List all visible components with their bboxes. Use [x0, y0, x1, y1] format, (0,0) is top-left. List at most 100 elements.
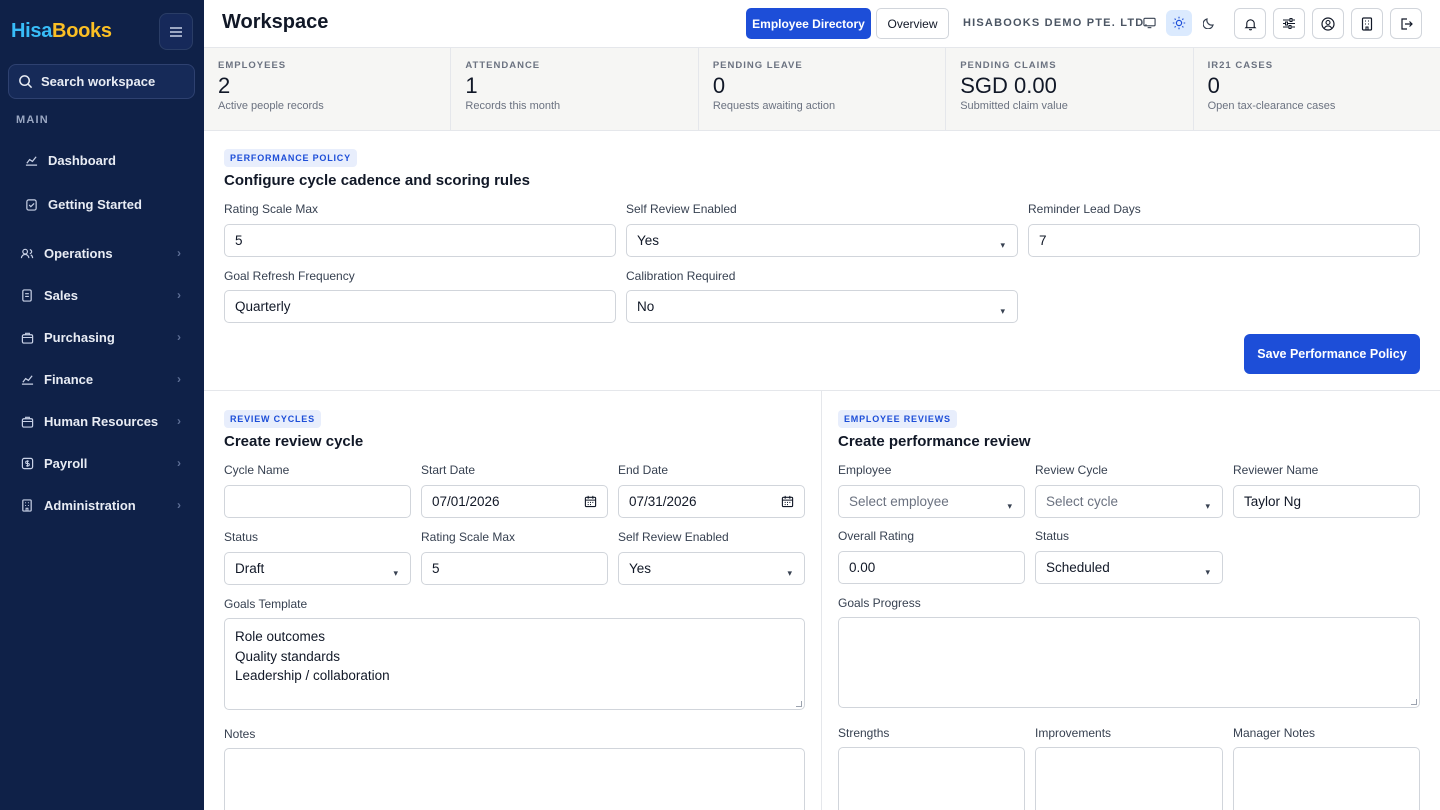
- chevron-down-icon: ▾: [787, 568, 792, 578]
- sidebar-item-finance[interactable]: Finance ›: [0, 364, 204, 394]
- field-value: 5: [235, 233, 243, 248]
- stat-employees: EMPLOYEES 2 Active people records: [204, 48, 452, 130]
- dollar-icon: [20, 456, 34, 470]
- sidebar-item-payroll[interactable]: Payroll ›: [0, 448, 204, 478]
- employee-select[interactable]: Select employee ▾: [838, 485, 1025, 518]
- cycle-status-select[interactable]: Draft ▾: [224, 552, 411, 585]
- menu-toggle-button[interactable]: [159, 13, 193, 50]
- calendar-icon[interactable]: [781, 495, 794, 511]
- sidebar-item-operations[interactable]: Operations ›: [0, 238, 204, 268]
- section-divider: [204, 390, 1440, 391]
- moon-icon: [1203, 18, 1214, 29]
- cycle-name-label: Cycle Name: [224, 463, 290, 477]
- start-date-input[interactable]: 07/01/2026: [421, 485, 608, 518]
- sidebar: HisaBooks Search workspace MAIN Dashboar…: [0, 0, 204, 810]
- chevron-right-icon: ›: [177, 414, 181, 428]
- policy-goal-refresh-input[interactable]: Quarterly: [224, 290, 616, 323]
- company-button[interactable]: [1351, 8, 1383, 39]
- cycle-rating-scale-input[interactable]: 5: [421, 552, 608, 585]
- chevron-down-icon: ▾: [1000, 306, 1005, 316]
- policy-header: PERFORMANCE POLICY Configure cycle caden…: [224, 148, 824, 189]
- cycle-name-input[interactable]: [224, 485, 411, 518]
- review-status-label: Status: [1035, 529, 1070, 543]
- stat-label: ATTENDANCE: [465, 60, 541, 71]
- cycle-rating-scale-label: Rating Scale Max: [421, 530, 516, 544]
- page-title: Workspace: [222, 11, 329, 33]
- sidebar-item-dashboard[interactable]: Dashboard: [0, 145, 204, 175]
- field-value: 5: [432, 561, 440, 576]
- save-performance-policy-button[interactable]: Save Performance Policy: [1244, 334, 1420, 374]
- goals-progress-textarea[interactable]: [838, 617, 1420, 708]
- calendar-icon[interactable]: [584, 495, 597, 511]
- stats-row: EMPLOYEES 2 Active people records ATTEND…: [204, 48, 1440, 131]
- sidebar-item-label: Finance: [44, 371, 94, 387]
- sidebar-item-human-resources[interactable]: Human Resources ›: [0, 406, 204, 436]
- resize-handle[interactable]: [796, 701, 802, 707]
- goals-template-textarea[interactable]: Role outcomes Quality standards Leadersh…: [224, 618, 805, 710]
- stat-value: 1: [465, 73, 478, 98]
- field-value: Select employee: [849, 494, 949, 509]
- cycle-self-review-select[interactable]: Yes ▾: [618, 552, 805, 585]
- stat-value: 2: [218, 73, 231, 98]
- field-value: 07/31/2026: [629, 494, 697, 509]
- notifications-button[interactable]: [1234, 8, 1266, 39]
- stat-subtext: Submitted claim value: [960, 100, 1068, 112]
- field-value: Yes: [629, 561, 652, 576]
- policy-calibration-select[interactable]: No ▾: [626, 290, 1018, 323]
- field-value: Scheduled: [1046, 560, 1110, 575]
- search-input[interactable]: Search workspace: [8, 64, 195, 99]
- sidebar-item-sales[interactable]: Sales ›: [0, 280, 204, 310]
- search-placeholder: Search workspace: [41, 74, 156, 89]
- sidebar-item-getting-started[interactable]: Getting Started: [0, 189, 204, 219]
- hamburger-icon: [170, 26, 182, 37]
- logout-button[interactable]: [1390, 8, 1422, 39]
- chevron-right-icon: ›: [177, 288, 181, 302]
- chart-line-icon: [20, 372, 34, 386]
- field-value: Taylor Ng: [1244, 494, 1302, 509]
- field-value: Select cycle: [1046, 494, 1119, 509]
- policy-self-review-select[interactable]: Yes ▾: [626, 224, 1018, 257]
- sidebar-item-administration[interactable]: Administration ›: [0, 490, 204, 520]
- goals-template-label: Goals Template: [224, 597, 308, 611]
- stat-value: 0: [712, 73, 726, 98]
- building-icon: [20, 498, 34, 512]
- end-date-input[interactable]: 07/31/2026: [618, 485, 805, 518]
- cycle-notes-textarea[interactable]: [224, 748, 805, 810]
- improvements-textarea[interactable]: [1035, 747, 1223, 810]
- section-label-main: MAIN: [16, 114, 49, 126]
- review-status-select[interactable]: Scheduled ▾: [1035, 551, 1223, 584]
- goals-line: Quality standards: [235, 648, 341, 664]
- sidebar-item-label: Dashboard: [48, 152, 116, 168]
- employee-directory-button[interactable]: Employee Directory: [746, 8, 871, 39]
- improvements-label: Improvements: [1035, 726, 1112, 740]
- stat-subtext: Requests awaiting action: [712, 100, 836, 112]
- reviewer-name-input[interactable]: Taylor Ng: [1233, 485, 1420, 518]
- sidebar-item-purchasing[interactable]: Purchasing ›: [0, 322, 204, 352]
- policy-rating-scale-input[interactable]: 5: [224, 224, 616, 257]
- theme-light-button[interactable]: [1166, 10, 1192, 36]
- chevron-down-icon: ▾: [1205, 567, 1210, 577]
- app-logo[interactable]: HisaBooks: [11, 20, 112, 43]
- settings-sliders-button[interactable]: [1273, 8, 1305, 39]
- overall-rating-input[interactable]: 0.00: [838, 551, 1025, 584]
- sidebar-item-label: Purchasing: [44, 329, 115, 345]
- stat-label: PENDING CLAIMS: [960, 60, 1057, 71]
- rating-scale-label: Rating Scale Max: [224, 202, 319, 216]
- policy-reminder-days-input[interactable]: 7: [1028, 224, 1420, 257]
- users-icon: [20, 246, 34, 260]
- profile-button[interactable]: [1312, 8, 1344, 39]
- sidebar-item-label: Getting Started: [48, 196, 142, 212]
- overview-button[interactable]: Overview: [876, 8, 949, 39]
- monitor-icon: [1142, 17, 1156, 29]
- theme-dark-button[interactable]: [1196, 10, 1222, 36]
- field-value: No: [637, 299, 655, 314]
- theme-system-button[interactable]: [1136, 10, 1162, 36]
- resize-handle[interactable]: [1411, 699, 1417, 705]
- calibration-label: Calibration Required: [626, 269, 736, 283]
- strengths-textarea[interactable]: [838, 747, 1025, 810]
- manager-notes-textarea[interactable]: [1233, 747, 1420, 810]
- cycles-title: Create review cycle: [224, 433, 364, 450]
- policy-tag: PERFORMANCE POLICY: [224, 149, 357, 167]
- review-cycle-select[interactable]: Select cycle ▾: [1035, 485, 1223, 518]
- bag-icon: [20, 330, 34, 344]
